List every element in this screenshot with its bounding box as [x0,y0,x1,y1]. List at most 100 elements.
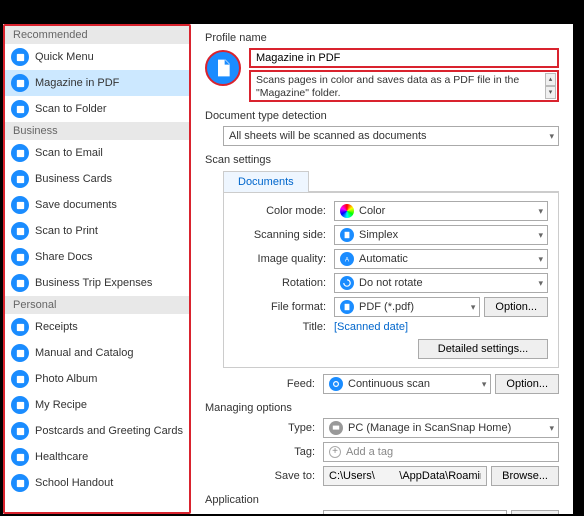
rotate-icon [340,276,354,290]
send-to-select[interactable]: Show with ScanSnap Home [323,510,507,514]
sidebar-item-label: Business Cards [35,173,112,185]
sidebar-item[interactable]: Healthcare [5,444,189,470]
scan-settings-pane: Color mode: Color Scanning side: Simplex I… [223,192,559,368]
color-mode-value: Color [359,205,385,217]
sidebar-item-label: Save documents [35,199,117,211]
sidebar-item[interactable]: My Recipe [5,392,189,418]
title-value[interactable]: [Scanned date] [334,321,408,333]
sidebar-item[interactable]: Manual and Catalog [5,340,189,366]
sidebar-item[interactable]: Business Cards [5,166,189,192]
application-label: Application [205,494,559,506]
tag-input[interactable]: +Add a tag [323,442,559,462]
health-icon [11,448,29,466]
profile-description-input[interactable]: Scans pages in color and saves data as a… [249,70,559,102]
managing-options-label: Managing options [205,402,559,414]
browse-button[interactable]: Browse... [491,466,559,486]
folder-icon [11,100,29,118]
scanning-side-value: Simplex [359,229,398,241]
sidebar-item-label: Magazine in PDF [35,77,119,89]
sidebar-item-label: Scan to Folder [35,103,107,115]
fork-icon [11,396,29,414]
app-window: Recommended Quick Menu Magazine in PDF Scan… [3,24,573,514]
file-format-value: PDF (*.pdf) [359,301,414,313]
receipt-icon [11,318,29,336]
school-icon [11,474,29,492]
scanning-side-label: Scanning side: [234,229,334,241]
sidebar-item[interactable]: Share Docs [5,244,189,270]
scan-settings-label: Scan settings [205,154,559,166]
sidebar-item-label: Share Docs [35,251,92,263]
profile-description-text: Scans pages in color and saves data as a… [256,74,519,99]
print-icon [11,222,29,240]
sidebar-item[interactable]: Scan to Folder [5,96,189,122]
auto-icon: A [340,252,354,266]
sidebar-item-label: Scan to Email [35,147,103,159]
grid-icon [11,48,29,66]
feed-select[interactable]: Continuous scan [323,374,491,394]
sidebar-item[interactable]: Save documents [5,192,189,218]
file-format-label: File format: [234,301,334,313]
rotation-value: Do not rotate [359,277,423,289]
image-quality-value: Automatic [359,253,408,265]
sidebar-item-label: Manual and Catalog [35,347,133,359]
sidebar-item[interactable]: Magazine in PDF [5,70,189,96]
doc-icon [11,196,29,214]
profile-icon[interactable] [205,50,241,86]
doc-detect-label: Document type detection [205,110,559,122]
tab-documents[interactable]: Documents [223,171,309,192]
file-format-option-button[interactable]: Option... [484,297,548,317]
image-quality-select[interactable]: A Automatic [334,249,548,269]
svg-text:A: A [345,256,350,263]
type-value: PC (Manage in ScanSnap Home) [348,422,511,434]
detailed-settings-button[interactable]: Detailed settings... [418,339,548,359]
palette-icon [340,204,354,218]
set-button[interactable]: Set... [511,510,559,514]
feed-label: Feed: [223,378,323,390]
sidebar-item-label: Quick Menu [35,51,94,63]
sidebar-item[interactable]: Postcards and Greeting Cards [5,418,189,444]
type-select[interactable]: PC (Manage in ScanSnap Home) [323,418,559,438]
sidebar-item[interactable]: School Handout [5,470,189,496]
rotation-label: Rotation: [234,277,334,289]
share-icon [11,248,29,266]
sidebar-item-label: School Handout [35,477,113,489]
sidebar-item-label: Healthcare [35,451,88,463]
image-quality-label: Image quality: [234,253,334,265]
section-header: Personal [5,296,189,314]
continuous-icon [329,377,343,391]
tag-label: Tag: [223,446,323,458]
rotation-select[interactable]: Do not rotate [334,273,548,293]
pc-icon [329,421,343,435]
sidebar-item[interactable]: Scan to Email [5,140,189,166]
doc-icon [11,74,29,92]
tag-value: Add a tag [346,446,393,458]
doc-detect-select[interactable]: All sheets will be scanned as documents [223,126,559,146]
sidebar-item[interactable]: Business Trip Expenses [5,270,189,296]
file-format-select[interactable]: PDF (*.pdf) [334,297,480,317]
sidebar-item-label: My Recipe [35,399,87,411]
postcard-icon [11,422,29,440]
book-icon [11,344,29,362]
sidebar-item-label: Scan to Print [35,225,98,237]
color-mode-label: Color mode: [234,205,334,217]
feed-value: Continuous scan [348,378,430,390]
callout-1: 1 [553,0,561,17]
scanning-side-select[interactable]: Simplex [334,225,548,245]
type-label: Type: [223,422,323,434]
description-spinner[interactable]: ▴▾ [545,73,556,99]
sidebar-item[interactable]: Receipts [5,314,189,340]
sidebar-item[interactable]: Quick Menu [5,44,189,70]
mail-icon [11,144,29,162]
feed-option-button[interactable]: Option... [495,374,559,394]
save-to-input[interactable] [323,466,487,486]
color-mode-select[interactable]: Color [334,201,548,221]
profile-name-input[interactable] [249,48,559,68]
section-header: Recommended [5,26,189,44]
pdf-icon [340,300,354,314]
sidebar-item-label: Postcards and Greeting Cards [35,425,183,437]
sidebar-item[interactable]: Scan to Print [5,218,189,244]
title-label: Title: [234,321,334,333]
doc-detect-value: All sheets will be scanned as documents [229,130,427,142]
sidebar-item[interactable]: Photo Album [5,366,189,392]
save-to-label: Save to: [223,470,323,482]
